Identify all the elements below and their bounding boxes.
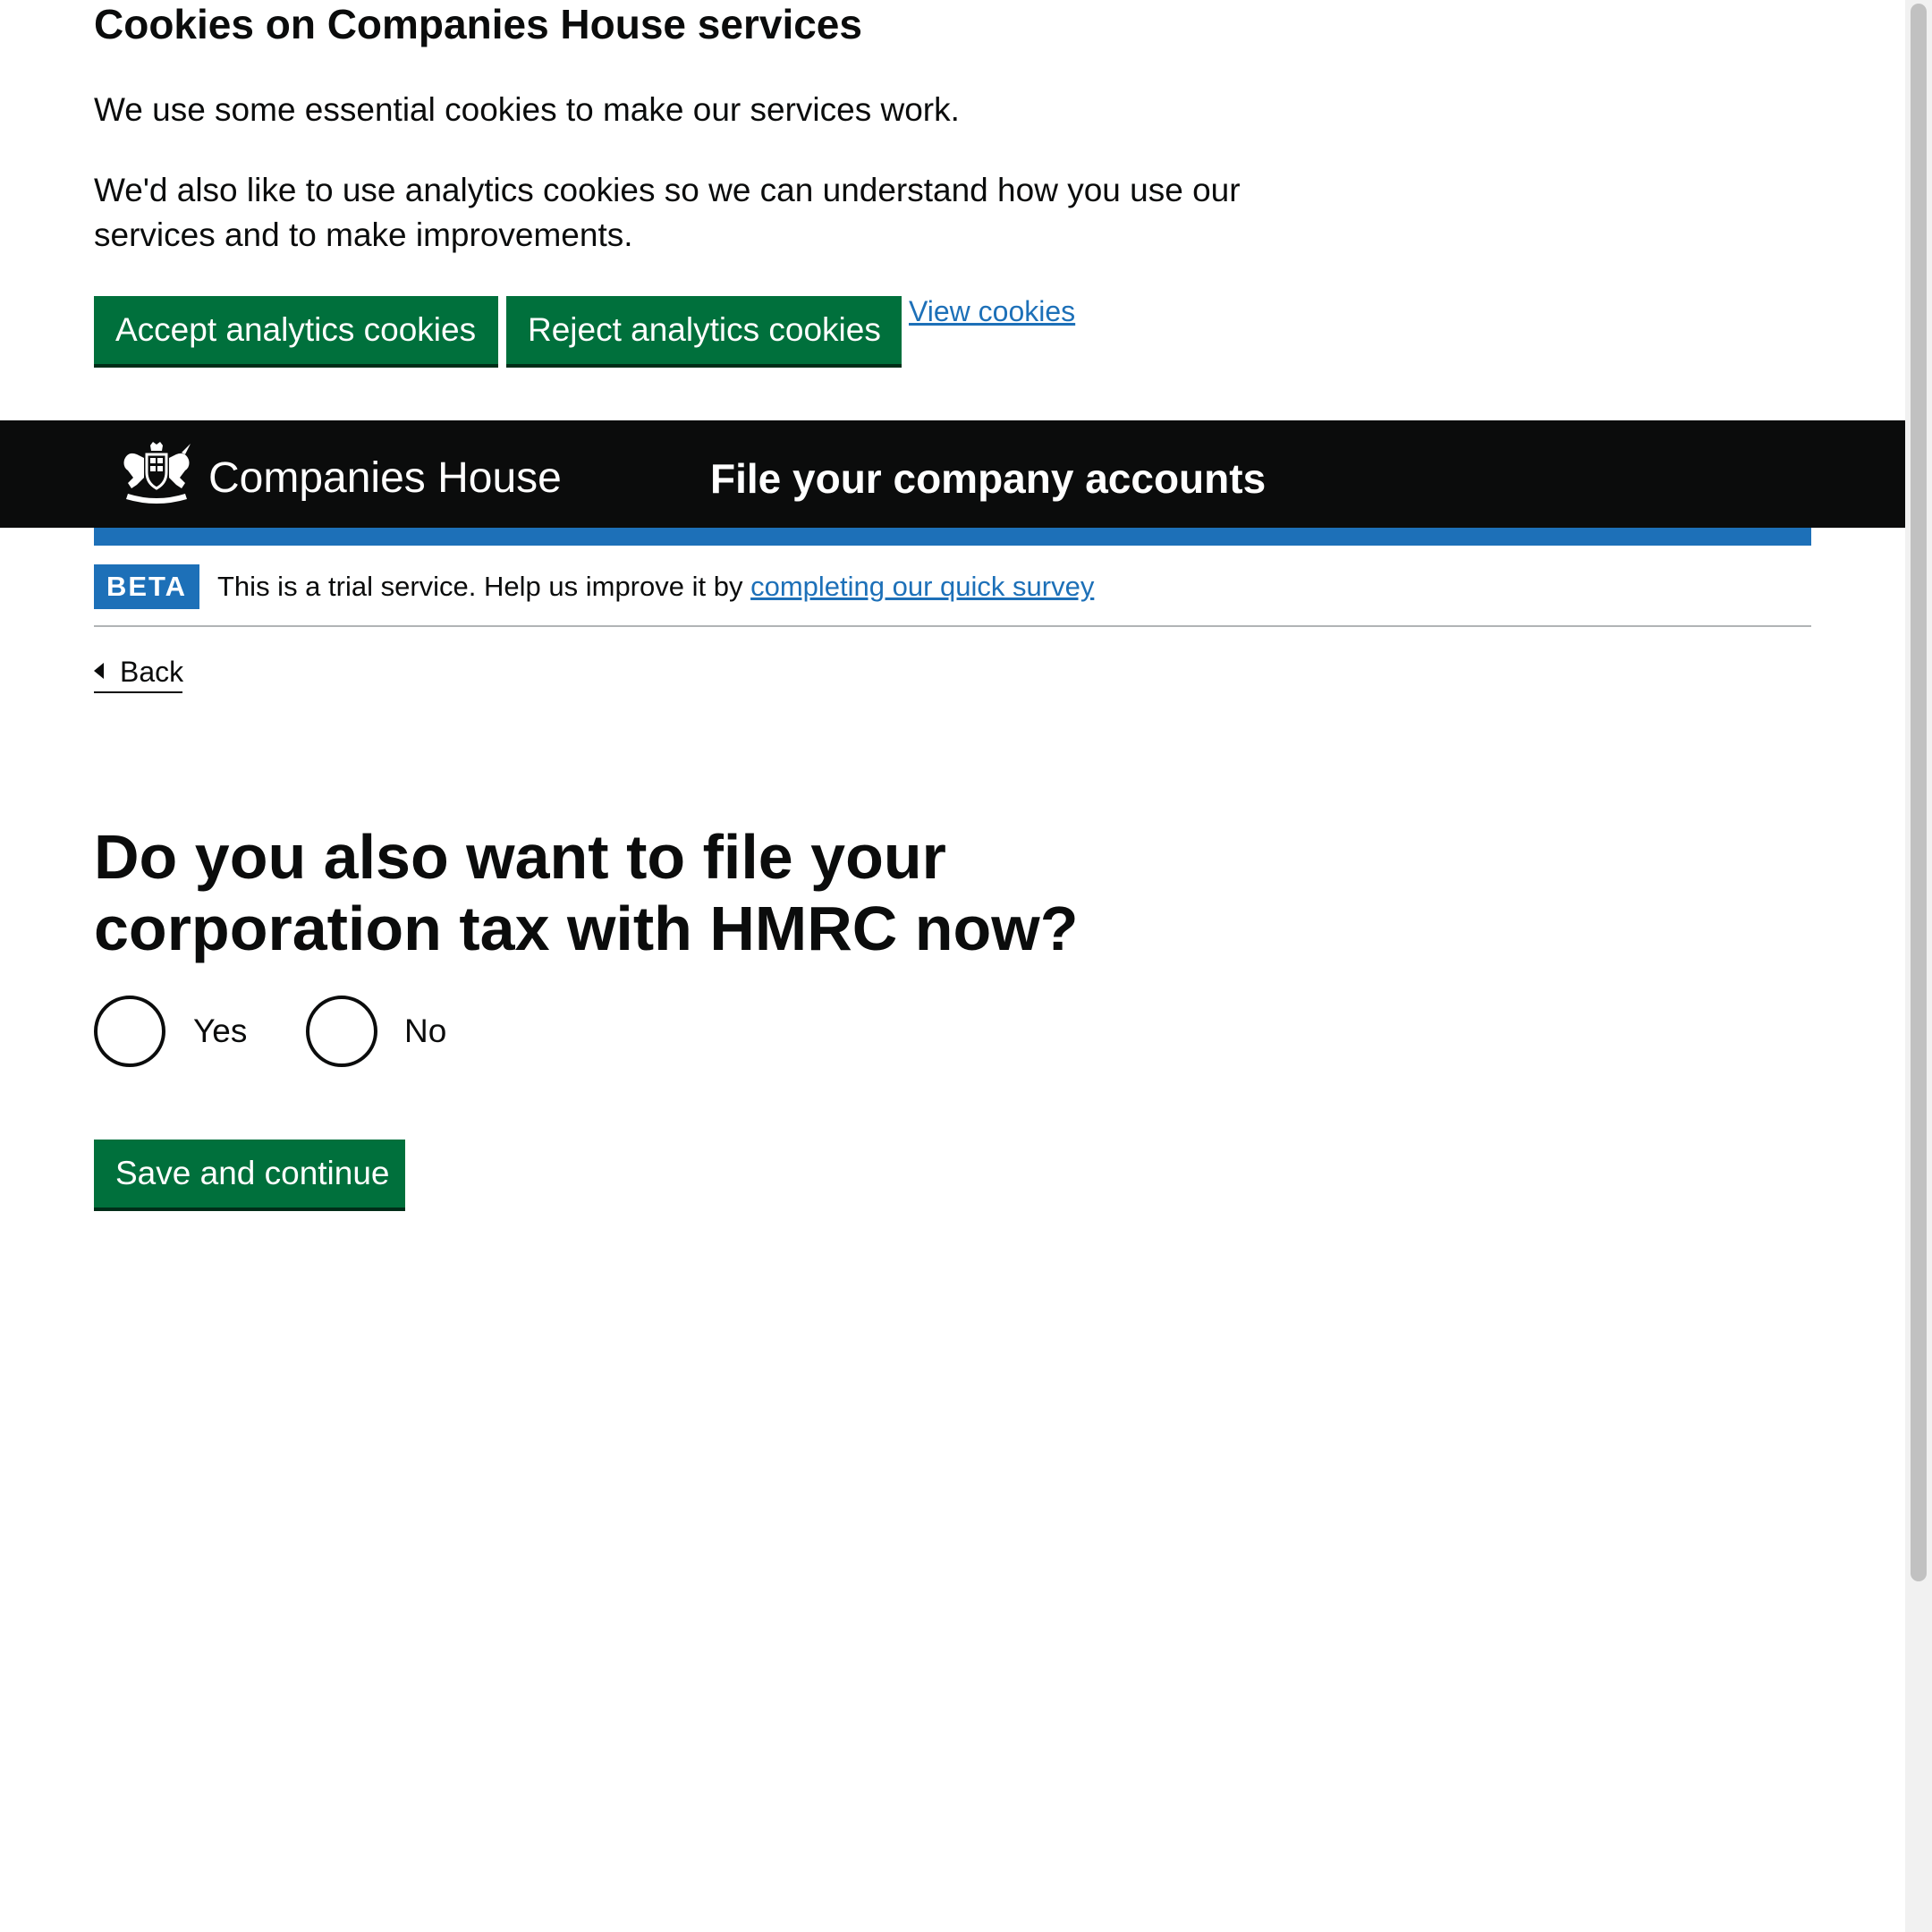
- page-question-heading: Do you also want to file your corporatio…: [94, 822, 1079, 963]
- radio-yes[interactable]: [94, 996, 165, 1067]
- phase-banner-text: This is a trial service. Help us improve…: [217, 569, 1094, 605]
- header-accent-bar: [94, 528, 1811, 546]
- feedback-survey-link[interactable]: completing our quick survey: [750, 571, 1094, 602]
- scrollbar-thumb[interactable]: [1911, 4, 1927, 1581]
- back-link[interactable]: Back: [94, 654, 184, 693]
- cookie-banner-title: Cookies on Companies House services: [94, 1, 862, 47]
- view-cookies-link[interactable]: View cookies: [909, 295, 1075, 328]
- save-and-continue-button[interactable]: Save and continue: [94, 1140, 405, 1208]
- reject-analytics-cookies-button[interactable]: Reject analytics cookies: [506, 296, 902, 364]
- royal-coat-of-arms-icon: [123, 442, 191, 504]
- back-link-label: Back: [120, 656, 184, 688]
- service-name[interactable]: File your company accounts: [710, 452, 1266, 505]
- radio-no[interactable]: [306, 996, 377, 1067]
- chevron-left-icon: [94, 663, 104, 679]
- radio-yes-label[interactable]: Yes: [193, 996, 247, 1067]
- accept-analytics-cookies-button[interactable]: Accept analytics cookies: [94, 296, 498, 364]
- beta-phase-tag: BETA: [94, 564, 199, 609]
- phase-banner-message: This is a trial service. Help us improve…: [217, 571, 743, 602]
- radio-no-label[interactable]: No: [404, 996, 446, 1067]
- cookie-banner-essential-text: We use some essential cookies to make ou…: [94, 91, 960, 128]
- organisation-name[interactable]: Companies House: [208, 452, 562, 505]
- phase-banner-divider: [94, 625, 1811, 627]
- page: Cookies on Companies House services We u…: [0, 0, 1932, 1932]
- cookie-banner-analytics-text: We'd also like to use analytics cookies …: [94, 172, 1241, 253]
